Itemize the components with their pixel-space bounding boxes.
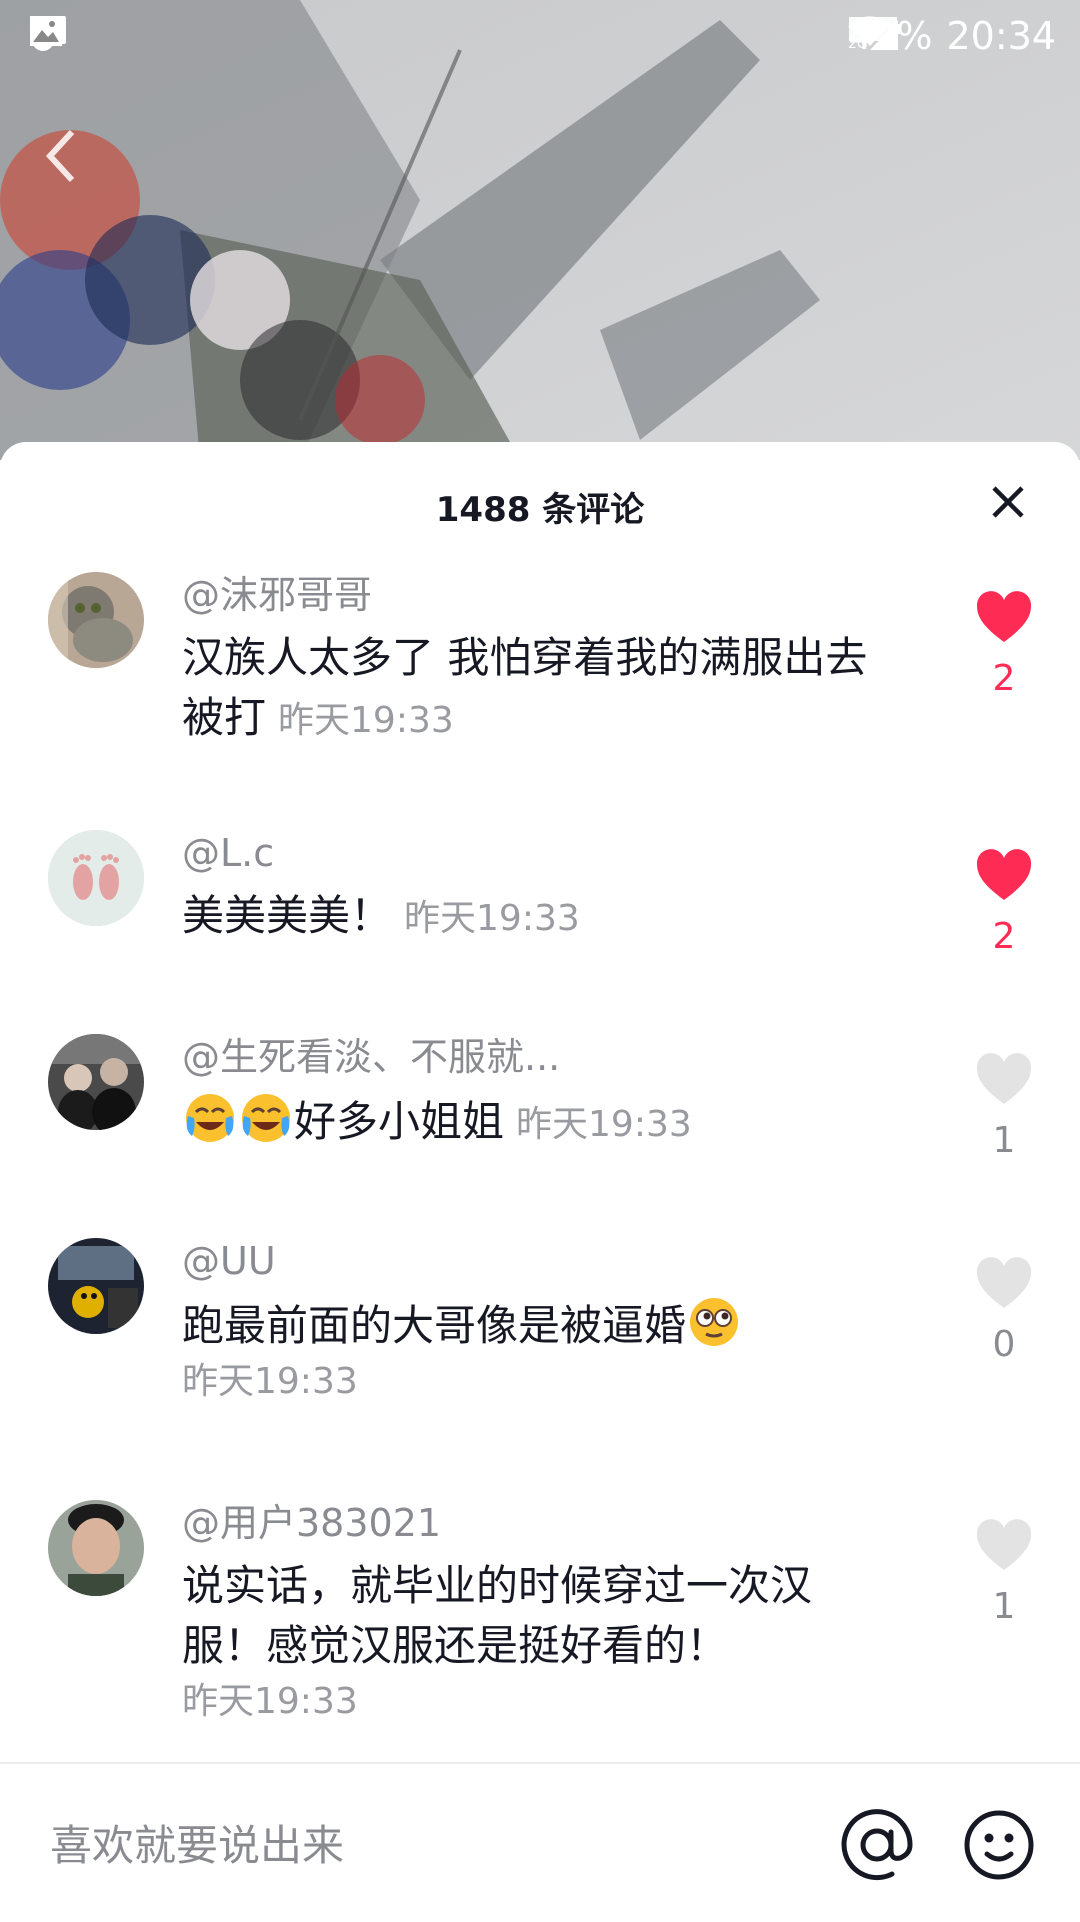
comments-count-title: 1488 条评论	[435, 490, 645, 530]
comment-text: 说实话，就毕业的时候穿过一次汉服！感觉汉服还是挺好看的！ 昨天19:33	[182, 1556, 822, 1728]
comments-sheet: 1488 条评论 @沫邪哥哥 汉族人太多了 我怕穿着我的满服出去被打 昨天19:3…	[0, 442, 1080, 1920]
laugh-cry-emoji-icon	[242, 1094, 290, 1142]
comment-time: 昨天19:33	[182, 1361, 358, 1402]
like-button[interactable]: 1	[964, 1518, 1044, 1627]
comment-content: 跑最前面的大哥像是被逼婚	[182, 1301, 687, 1350]
like-count: 1	[992, 1586, 1016, 1627]
comment-content: 美美美美！	[182, 891, 393, 940]
comment-username[interactable]: @用户383021	[182, 1500, 872, 1546]
comment-content: 说实话，就毕业的时候穿过一次汉服！感觉汉服还是挺好看的！	[182, 1561, 813, 1670]
comment-body: @生死看淡、不服就... 好多小姐姐 昨天19:33	[182, 1034, 872, 1155]
smiley-face-icon	[964, 1810, 1034, 1880]
mention-button[interactable]	[840, 1808, 914, 1882]
back-button[interactable]	[44, 128, 104, 198]
comment-username[interactable]: @UU	[182, 1238, 872, 1284]
user-avatar[interactable]	[48, 572, 144, 668]
comment-content: 好多小姐姐	[294, 1097, 505, 1146]
user-avatar[interactable]	[48, 1238, 144, 1334]
heart-icon	[976, 591, 1032, 642]
user-avatar[interactable]	[48, 1034, 144, 1130]
heart-icon	[976, 1519, 1032, 1570]
rolling-eyes-emoji-icon	[690, 1298, 739, 1346]
user-avatar[interactable]	[48, 1500, 144, 1596]
comment-text: 跑最前面的大哥像是被逼婚 昨天19:33	[182, 1294, 872, 1408]
heart-icon	[976, 1257, 1032, 1308]
comment-item[interactable]: @L.c 美美美美！ 昨天19:33 2	[0, 830, 1080, 970]
car-avatar-image	[48, 1238, 144, 1334]
status-bar: 4G 2G 42% 20:34	[0, 0, 1080, 74]
like-count: 0	[992, 1324, 1016, 1365]
comment-body: @沫邪哥哥 汉族人太多了 我怕穿着我的满服出去被打 昨天19:33	[182, 572, 872, 751]
comment-body: @UU 跑最前面的大哥像是被逼婚 昨天19:33	[182, 1238, 872, 1408]
like-count: 1	[992, 1120, 1016, 1161]
comment-item[interactable]: @沫邪哥哥 汉族人太多了 我怕穿着我的满服出去被打 昨天19:33 2	[0, 572, 1080, 772]
comment-username[interactable]: @生死看淡、不服就...	[182, 1034, 872, 1080]
clock: 20:34	[946, 14, 1056, 58]
chevron-left-icon	[45, 129, 75, 183]
comment-time: 昨天19:33	[516, 1104, 692, 1145]
close-icon	[992, 486, 1024, 518]
comment-time: 昨天19:33	[404, 898, 580, 939]
heart-icon	[976, 1053, 1032, 1104]
user-avatar[interactable]	[48, 830, 144, 926]
comment-text: 美美美美！ 昨天19:33	[182, 886, 872, 949]
close-button[interactable]	[988, 482, 1028, 522]
gallery-icon	[30, 16, 62, 46]
like-button[interactable]: 1	[964, 1052, 1044, 1161]
cat-avatar-image	[48, 572, 144, 668]
comment-body: @L.c 美美美美！ 昨天19:33	[182, 830, 872, 949]
comment-username[interactable]: @L.c	[182, 830, 872, 876]
status-right-icons: 4G 2G 42% 20:34	[848, 14, 1056, 58]
like-button[interactable]: 2	[964, 590, 1044, 699]
comment-text: 好多小姐姐 昨天19:33	[182, 1090, 872, 1155]
laugh-cry-emoji-icon	[186, 1094, 234, 1142]
like-button[interactable]: 2	[964, 848, 1044, 957]
battery-icon	[849, 17, 902, 41]
couple-avatar-image	[48, 1034, 144, 1130]
like-count: 2	[992, 916, 1016, 957]
comment-body: @用户383021 说实话，就毕业的时候穿过一次汉服！感觉汉服还是挺好看的！ 昨…	[182, 1500, 872, 1728]
comment-time: 昨天19:33	[182, 1681, 358, 1722]
like-count: 2	[992, 658, 1016, 699]
comment-item[interactable]: @生死看淡、不服就... 好多小姐姐 昨天19:33 1	[0, 1034, 1080, 1174]
at-sign-icon	[841, 1809, 913, 1881]
comments-header: 1488 条评论	[0, 442, 1080, 562]
video-background: 4G 2G 42% 20:34	[0, 0, 1080, 460]
comment-text: 汉族人太多了 我怕穿着我的满服出去被打 昨天19:33	[182, 628, 872, 751]
comment-username[interactable]: @沫邪哥哥	[182, 572, 872, 618]
baby-feet-avatar-image	[48, 830, 144, 926]
heart-icon	[976, 849, 1032, 900]
comment-time: 昨天19:33	[278, 700, 454, 741]
comment-item[interactable]: @UU 跑最前面的大哥像是被逼婚 昨天19:33 0	[0, 1238, 1080, 1438]
comment-input[interactable]	[48, 1804, 812, 1886]
selfie-avatar-image	[48, 1500, 144, 1596]
comment-item[interactable]: @用户383021 说实话，就毕业的时候穿过一次汉服！感觉汉服还是挺好看的！ 昨…	[0, 1500, 1080, 1760]
like-button[interactable]: 0	[964, 1256, 1044, 1365]
comment-input-bar	[0, 1762, 1080, 1922]
emoji-button[interactable]	[962, 1808, 1036, 1882]
